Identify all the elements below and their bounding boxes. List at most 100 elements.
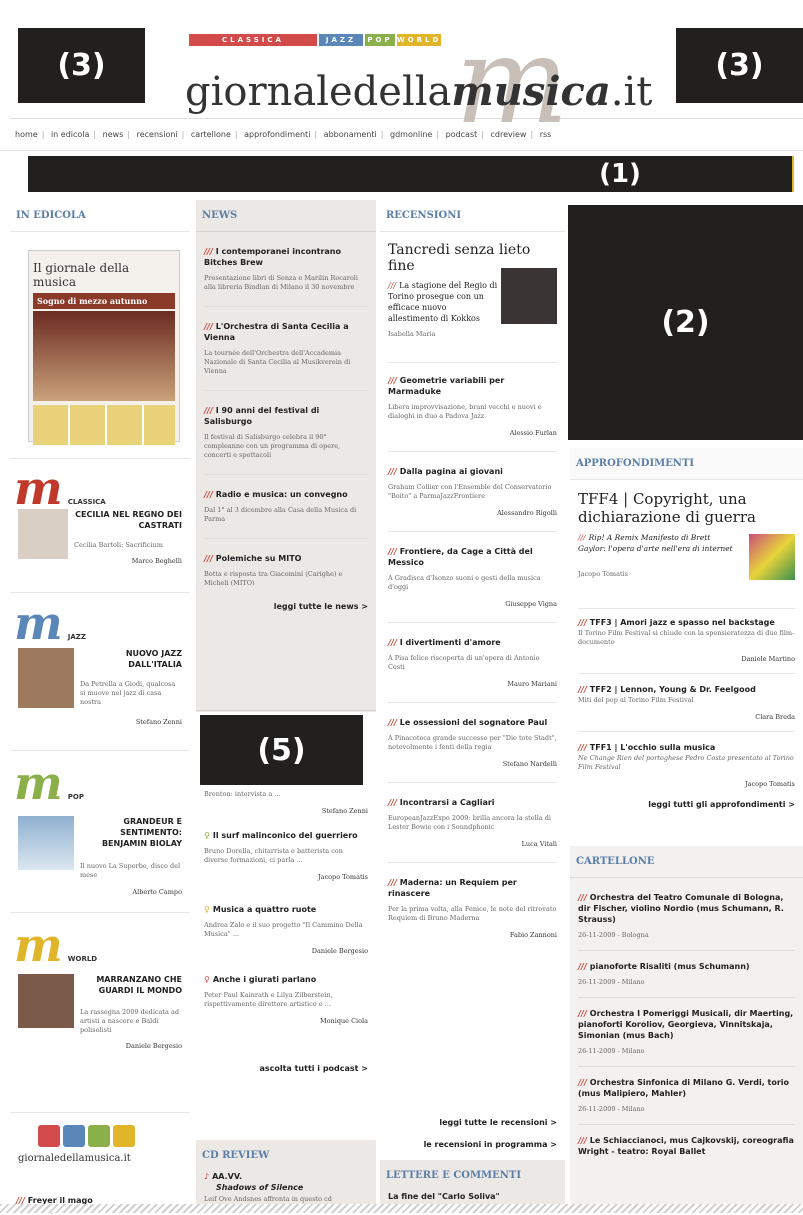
cd-review-desc: Leif Ove Andsnes affronta in questo cd bbox=[204, 1195, 332, 1203]
recensione-feature[interactable]: Tancredi senza lieto fine ///La stagione… bbox=[388, 242, 557, 350]
news-item-desc: Il festival di Salisburgo celebra il 90°… bbox=[204, 433, 341, 459]
ad-slot-top-left[interactable]: (3) bbox=[18, 28, 145, 103]
ad-slot-side[interactable]: (2) bbox=[568, 205, 803, 440]
news-item[interactable]: ///Polemiche su MITO Botta e risposta tr… bbox=[204, 553, 368, 588]
podcast-more-link[interactable]: ascolta tutti i podcast > bbox=[204, 1064, 368, 1073]
cartellone-event[interactable]: ///Orchestra del Teatro Comunale di Bolo… bbox=[578, 892, 795, 940]
cartellone-event[interactable]: ///Orchestra I Pomeriggi Musicali, dir M… bbox=[578, 1008, 795, 1056]
section-title-lettere[interactable]: LETTERE E COMMENTI bbox=[380, 1160, 565, 1191]
ad-label: (3) bbox=[715, 48, 764, 83]
site-logo[interactable]: m CLASSICA JAZZ POP WORLD giornaledellam… bbox=[185, 22, 655, 142]
recensione-item[interactable]: ///Frontiere, da Cage a Città del Messic… bbox=[388, 546, 557, 608]
category-headline[interactable]: GRANDEUR E SENTIMENTO: BENJAMIN BIOLAY bbox=[80, 816, 182, 849]
www-banner[interactable]: giornaledellamusica.it bbox=[18, 1125, 178, 1175]
recensione-item-desc: A Gradisca d'Isonzo suoni e gesti della … bbox=[388, 574, 541, 591]
cartellone-event[interactable]: ///Le Schiaccianoci, mus Cajkovskij, cor… bbox=[578, 1135, 795, 1157]
category-world[interactable]: m WORLD MARRANZANO CHE GUARDI IL MONDO L… bbox=[14, 922, 184, 1062]
feature-image bbox=[749, 534, 795, 580]
lettere-item[interactable]: La fine del "Carlo Soliva" bbox=[380, 1191, 565, 1202]
nav-approfondimenti[interactable]: approfondimenti bbox=[244, 130, 310, 139]
podcast-item[interactable]: ♀ Il surf malinconico del guerriero Bruno… bbox=[204, 830, 368, 881]
category-jazz[interactable]: m JAZZ NUOVO JAZZ DALL'ITALIA Da Petrell… bbox=[14, 600, 184, 740]
recensioni-programma-link[interactable]: le recensioni in programma > bbox=[424, 1140, 557, 1149]
news-item[interactable]: ///Radio e musica: un convegno Dal 1° al… bbox=[204, 489, 368, 524]
recensione-item-desc: Libera improvvisazione, brani vecchi e n… bbox=[388, 403, 542, 420]
recensione-item[interactable]: ///Dalla pagina ai giovani Graham Collie… bbox=[388, 466, 557, 517]
nav-cdreview[interactable]: cdreview bbox=[491, 130, 527, 139]
category-headline[interactable]: MARRANZANO CHE GUARDI IL MONDO bbox=[80, 974, 182, 996]
recensione-item[interactable]: ///I divertimenti d'amore A Pisa felice … bbox=[388, 637, 557, 688]
recensione-item[interactable]: ///Geometrie variabili per Marmaduke Lib… bbox=[388, 375, 557, 437]
category-headline[interactable]: CECILIA NEL REGNO DEI CASTRATI bbox=[74, 509, 182, 531]
column-approfondimenti: APPROFONDIMENTI TFF4 | Copyright, una di… bbox=[570, 448, 803, 1213]
main-nav: home | in edicola | news | recensioni | cart… bbox=[15, 130, 552, 139]
approfondimento-author: Jacopo Tomatis bbox=[745, 780, 795, 788]
nav-home[interactable]: home bbox=[15, 130, 38, 139]
category-headline[interactable]: NUOVO JAZZ DALL'ITALIA bbox=[80, 648, 182, 670]
recensione-item[interactable]: ///Incontrarsi a Cagliari EuropeanJazzEx… bbox=[388, 797, 557, 848]
event-title: Orchestra Sinfonica di Milano G. Verdi, … bbox=[578, 1078, 790, 1098]
cd-review-subtitle: Shadows of Silence bbox=[216, 1183, 304, 1192]
nav-recensioni[interactable]: recensioni bbox=[137, 130, 178, 139]
recensione-item-author: Stefano Nardelli bbox=[502, 760, 557, 768]
news-item[interactable]: ///I contemporanei incontrano Bitches Br… bbox=[204, 246, 368, 292]
recensione-item-desc: Per la prima volta, alla Fenice, le note… bbox=[388, 905, 557, 922]
section-title-approfondimenti[interactable]: APPROFONDIMENTI bbox=[570, 448, 803, 480]
recensioni-more-link[interactable]: leggi tutte le recensioni > bbox=[439, 1118, 557, 1127]
podcast-item-partial[interactable]: Brenton: intervista a ... Stefano Zenni bbox=[204, 784, 368, 815]
nav-podcast[interactable]: podcast bbox=[446, 130, 478, 139]
recensione-item-author: Giuseppe Vigna bbox=[505, 600, 557, 608]
podcast-item-author: Monique Ciola bbox=[319, 1017, 368, 1025]
podcast-item-author: Jacopo Tomatis bbox=[318, 873, 368, 881]
nav-gdmonline[interactable]: gdmonline bbox=[390, 130, 432, 139]
event-date: 26-11-2009 - Bologna bbox=[578, 931, 649, 939]
ad-slot-middle[interactable]: (5) bbox=[200, 715, 363, 785]
nav-in-edicola[interactable]: in edicola bbox=[51, 130, 89, 139]
cd-review-item[interactable]: ♪ AA.VV. bbox=[196, 1171, 376, 1182]
approfondimento-author: Clara Breda bbox=[755, 713, 795, 721]
section-title-recensioni[interactable]: RECENSIONI bbox=[380, 200, 565, 232]
news-item[interactable]: ///L'Orchestra di Santa Cecilia a Vienna… bbox=[204, 321, 368, 376]
magazine-grid bbox=[33, 405, 175, 445]
approfondimenti-more-link[interactable]: leggi tutti gli approfondimenti > bbox=[578, 800, 795, 809]
recensione-item-desc: Graham Collier con l'Ensemble del Conser… bbox=[388, 483, 552, 500]
section-title-news[interactable]: NEWS bbox=[196, 200, 376, 232]
category-m-logo: m bbox=[14, 918, 63, 972]
section-title-cd-review[interactable]: CD REVIEW bbox=[196, 1140, 376, 1171]
category-label: CLASSICA bbox=[67, 498, 106, 506]
section-title-cartellone[interactable]: CARTELLONE bbox=[570, 846, 803, 878]
category-pop[interactable]: m POP GRANDEUR E SENTIMENTO: BENJAMIN BI… bbox=[14, 760, 184, 900]
section-title-in-edicola[interactable]: IN EDICOLA bbox=[10, 200, 190, 232]
news-item[interactable]: ///I 90 anni del festival di Salisburgo … bbox=[204, 405, 368, 460]
ad-slot-banner[interactable]: (1) bbox=[28, 156, 794, 192]
event-date: 26-11-2009 - Milano bbox=[578, 1047, 645, 1055]
recensione-item-title: Maderna: un Requiem per rinascere bbox=[388, 878, 517, 898]
approfondimento-item[interactable]: ///TFF3 | Amori jazz e spasso nel backst… bbox=[578, 617, 795, 663]
category-author: Stefano Zenni bbox=[135, 718, 182, 726]
logo-site-name: giornaledellamusica.it bbox=[185, 68, 653, 115]
logo-bar-pop: POP bbox=[365, 34, 395, 46]
nav-cartellone[interactable]: cartellone bbox=[191, 130, 231, 139]
category-image bbox=[18, 509, 68, 559]
nav-news[interactable]: news bbox=[103, 130, 124, 139]
nav-abbonamenti[interactable]: abbonamenti bbox=[324, 130, 377, 139]
ad-label: (1) bbox=[599, 159, 641, 189]
magazine-cover[interactable]: Il giornale della musica Sogno di mezzo … bbox=[28, 250, 180, 445]
cartellone-event[interactable]: ///pianoforte Risaliti (mus Schumann) 26… bbox=[578, 961, 795, 987]
podcast-item[interactable]: ♀ Musica a quattro ruote Andrea Zalo e il… bbox=[204, 904, 368, 955]
category-classica[interactable]: m CLASSICA CECILIA NEL REGNO DEI CASTRAT… bbox=[14, 465, 184, 595]
category-desc: Il nuovo La Superbe, disco del mese bbox=[80, 862, 181, 879]
approfondimento-feature[interactable]: TFF4 | Copyright, una dichiarazione di g… bbox=[578, 490, 795, 600]
ad-label: (3) bbox=[57, 48, 106, 83]
recensione-item-title: Le ossessioni del sognatore Paul bbox=[399, 718, 548, 727]
recensione-item[interactable]: ///Maderna: un Requiem per rinascere Per… bbox=[388, 877, 557, 939]
podcast-item-desc: Brenton: intervista a ... bbox=[204, 790, 281, 798]
ad-slot-top-right[interactable]: (3) bbox=[676, 28, 803, 103]
approfondimento-item[interactable]: ///TFF2 | Lennon, Young & Dr. Feelgood M… bbox=[578, 684, 795, 721]
podcast-item[interactable]: ♀ Anche i giurati parlano Peter Paul Kain… bbox=[204, 974, 368, 1025]
nav-rss[interactable]: rss bbox=[540, 130, 552, 139]
approfondimento-item[interactable]: ///TFF1 | L'occhio sulla musica Ne Chang… bbox=[578, 742, 795, 788]
recensione-item[interactable]: ///Le ossessioni del sognatore Paul A Pi… bbox=[388, 717, 557, 768]
news-more-link[interactable]: leggi tutte le news > bbox=[204, 602, 368, 611]
cartellone-event[interactable]: ///Orchestra Sinfonica di Milano G. Verd… bbox=[578, 1077, 795, 1114]
